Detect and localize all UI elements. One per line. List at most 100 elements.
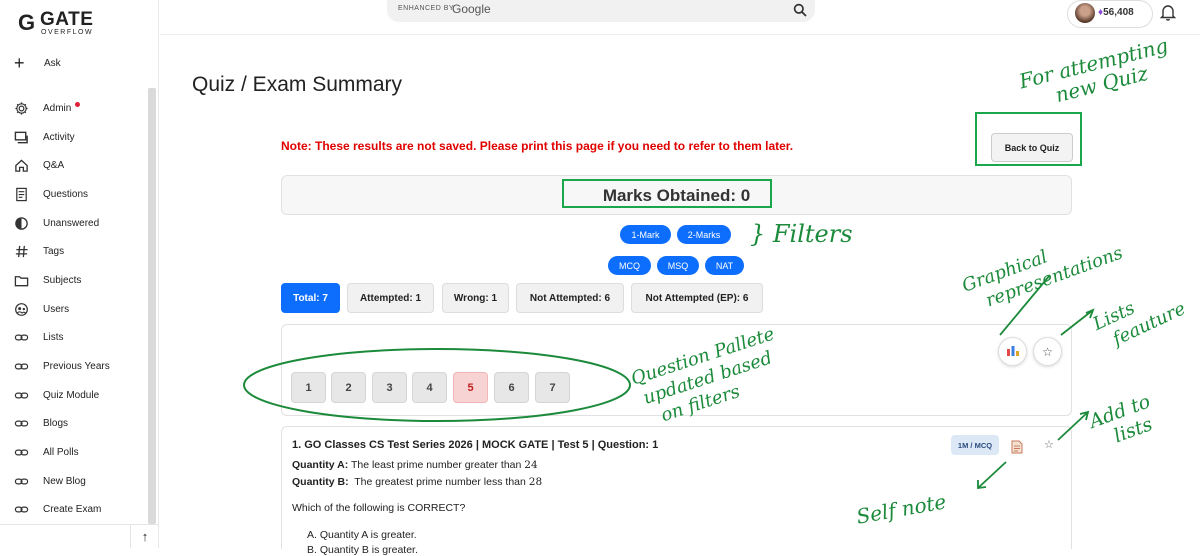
gear-icon <box>13 100 29 116</box>
sidebar-item-subjects[interactable]: Subjects <box>0 266 150 295</box>
annotation-quiz: For attempting new Quiz <box>1017 33 1176 114</box>
tab-not-attempted[interactable]: Not Attempted: 6 <box>516 283 624 313</box>
sidebar-item-previous-years[interactable]: Previous Years <box>0 352 150 381</box>
sidebar-item-label: Unanswered <box>43 217 100 229</box>
filter-1-mark[interactable]: 1-Mark <box>620 225 671 244</box>
user-profile-pill[interactable]: ♦56,408 <box>1067 0 1153 28</box>
annotation-box-marks <box>562 179 772 208</box>
star-icon: ☆ <box>1042 344 1053 359</box>
sidebar-item-label: Quiz Module <box>43 389 100 401</box>
annotation-ellipse <box>243 348 631 422</box>
logo-subtext: OVERFLOW <box>41 29 94 36</box>
sidebar-item-quiz-module[interactable]: Quiz Module <box>0 381 150 410</box>
sidebar-item-label: Previous Years <box>43 361 110 373</box>
results-not-saved-note: Note: These results are not saved. Pleas… <box>281 139 794 153</box>
question-title[interactable]: 1. GO Classes CS Test Series 2026 | MOCK… <box>292 439 658 451</box>
sidebar-item-create-exam[interactable]: Create Exam <box>0 496 150 525</box>
quantity-a: Quantity A: The least prime number great… <box>292 459 538 471</box>
annotation-lists: Lists feauture <box>1090 278 1189 356</box>
tab-not-attempted-ep[interactable]: Not Attempted (EP): 6 <box>631 283 763 313</box>
gateoverflow-logo[interactable]: G GATE OVERFLOW <box>18 8 98 36</box>
bell-icon[interactable] <box>1159 3 1177 26</box>
tab-total[interactable]: Total: 7 <box>281 283 340 313</box>
filter-nat[interactable]: NAT <box>705 256 744 275</box>
sidebar-item-tags[interactable]: Tags <box>0 237 150 266</box>
question-prompt: Which of the following is CORRECT? <box>292 502 466 514</box>
quantity-b-text: The greatest prime number less than <box>354 476 526 488</box>
search-icon[interactable] <box>793 3 807 22</box>
tab-attempted[interactable]: Attempted: 1 <box>347 283 434 313</box>
document-icon <box>13 186 29 202</box>
quantity-b: Quantity B: The greatest prime number le… <box>292 476 542 488</box>
folder-icon <box>13 272 29 288</box>
ask-button[interactable]: + Ask <box>14 53 61 73</box>
search-bar[interactable]: ENHANCED BY Google <box>387 0 815 22</box>
sidebar-item-users[interactable]: Users <box>0 295 150 324</box>
filter-msq[interactable]: MSQ <box>657 256 699 275</box>
annotation-graphical: Graphical representations <box>959 222 1126 319</box>
option-a[interactable]: A. Quantity A is greater. <box>307 529 417 541</box>
sidebar-item-blogs[interactable]: Blogs <box>0 410 150 439</box>
sidebar-item-label: Blogs <box>43 418 69 430</box>
sidebar-item-new-blog[interactable]: New Blog <box>0 467 150 496</box>
sidebar-item-unanswered[interactable]: Unanswered <box>0 209 150 238</box>
question-type-badge: 1M / MCQ <box>951 435 999 455</box>
quantity-b-value: 28 <box>528 476 543 488</box>
annotation-add-to-lists: Add to lists <box>1086 391 1160 454</box>
search-google-label: Google <box>452 2 491 16</box>
link-icon <box>13 387 29 403</box>
sidebar-item-all-polls[interactable]: All Polls <box>0 438 150 467</box>
sidebar-item-label: Admin <box>43 102 72 114</box>
add-to-list-button[interactable]: ☆ <box>1033 337 1062 366</box>
link-icon <box>13 330 29 346</box>
hash-icon <box>13 244 29 260</box>
chat-icon <box>13 129 29 145</box>
search-enhanced-label: ENHANCED BY <box>398 5 455 12</box>
star-icon[interactable]: ☆ <box>1044 438 1054 451</box>
link-icon <box>13 473 29 489</box>
sidebar-item-label: All Polls <box>43 447 79 459</box>
link-icon <box>13 359 29 375</box>
sidebar-item-lists[interactable]: Lists <box>0 324 150 353</box>
self-note-icon[interactable] <box>1011 440 1023 459</box>
sidebar-item-label: Lists <box>43 332 64 344</box>
sidebar-item-questions[interactable]: Questions <box>0 180 150 209</box>
quantity-a-text: The least prime number greater than <box>350 459 522 471</box>
annotation-filters-text: Filters <box>772 220 853 248</box>
sidebar-nav: Admin Activity Q&A Questions Unanswered … <box>0 94 150 524</box>
notification-dot <box>75 101 81 107</box>
sidebar-item-label: New Blog <box>43 475 86 487</box>
link-icon <box>13 416 29 432</box>
sidebar-item-label: Create Exam <box>43 504 102 516</box>
page-title: Quiz / Exam Summary <box>192 73 403 96</box>
sidebar: G GATE OVERFLOW + Ask Admin Activity Q&A… <box>0 0 159 548</box>
home-icon <box>13 158 29 174</box>
sidebar-item-activity[interactable]: Activity <box>0 123 150 152</box>
sidebar-item-admin[interactable]: Admin <box>0 94 150 123</box>
link-icon <box>13 445 29 461</box>
chart-button[interactable] <box>998 337 1027 366</box>
filter-mcq[interactable]: MCQ <box>608 256 651 275</box>
logo-text: GATE <box>40 9 94 30</box>
scroll-up-arrow-icon[interactable]: ↑ <box>130 524 159 548</box>
sidebar-item-qa[interactable]: Q&A <box>0 151 150 180</box>
half-circle-icon <box>13 215 29 231</box>
tab-wrong[interactable]: Wrong: 1 <box>442 283 509 313</box>
user-points: ♦56,408 <box>1098 7 1134 18</box>
annotation-box-back-to-quiz <box>975 112 1082 166</box>
quantity-a-value: 24 <box>524 459 538 471</box>
avatar[interactable] <box>1075 3 1095 23</box>
logo-mark: G <box>18 10 36 35</box>
sidebar-scrollbar[interactable] <box>148 88 156 524</box>
filter-2-marks[interactable]: 2-Marks <box>677 225 731 244</box>
sidebar-item-label: Activity <box>43 131 75 143</box>
link-icon <box>13 502 29 518</box>
sidebar-item-label: Q&A <box>43 160 65 172</box>
option-b[interactable]: B. Quantity B is greater. <box>307 544 418 556</box>
plus-icon: + <box>14 53 25 73</box>
quantity-b-label: Quantity B: <box>292 476 349 488</box>
sidebar-item-label: Tags <box>43 246 65 258</box>
sidebar-item-label: Questions <box>43 188 89 200</box>
sidebar-item-label: Users <box>43 303 70 315</box>
users-icon <box>13 301 29 317</box>
